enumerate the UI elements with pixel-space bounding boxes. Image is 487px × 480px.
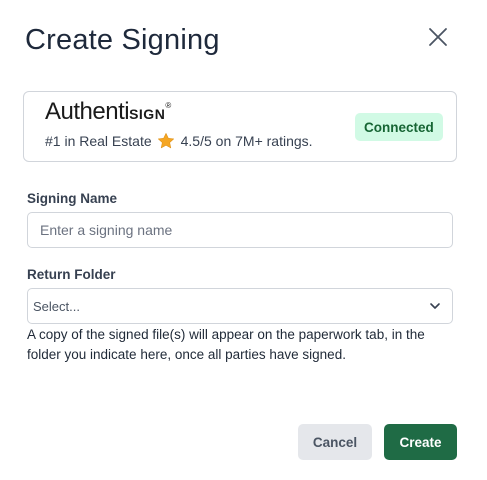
- create-button[interactable]: Create: [384, 424, 457, 460]
- close-button[interactable]: [426, 25, 450, 49]
- create-signing-dialog: Create Signing AuthentiSIGN® #1 in Real …: [0, 0, 487, 480]
- provider-card: AuthentiSIGN® #1 in Real Estate 4.5/5 on…: [23, 91, 457, 162]
- star-icon: [157, 133, 174, 149]
- brand-registered-mark: ®: [165, 101, 172, 110]
- chevron-down-icon: [430, 303, 440, 309]
- return-folder-value: Select...: [33, 299, 80, 314]
- return-folder-label: Return Folder: [27, 267, 116, 282]
- return-folder-select[interactable]: Select...: [27, 288, 453, 324]
- signing-name-input[interactable]: [27, 212, 453, 248]
- provider-tagline: #1 in Real Estate 4.5/5 on 7M+ ratings.: [45, 132, 313, 150]
- tagline-rating: 4.5/5 on 7M+ ratings.: [180, 133, 313, 149]
- return-folder-helper-text: A copy of the signed file(s) will appear…: [27, 327, 425, 362]
- status-badge: Connected: [355, 113, 443, 141]
- authentisign-logo: AuthentiSIGN®: [45, 98, 171, 126]
- signing-name-label: Signing Name: [27, 191, 118, 206]
- brand-main-text: Authenti: [45, 98, 130, 125]
- tagline-prefix: #1 in Real Estate: [45, 133, 152, 149]
- brand-small-text: SIGN: [129, 106, 166, 122]
- close-icon: [429, 28, 447, 46]
- cancel-button[interactable]: Cancel: [298, 424, 372, 460]
- dialog-title: Create Signing: [25, 24, 220, 56]
